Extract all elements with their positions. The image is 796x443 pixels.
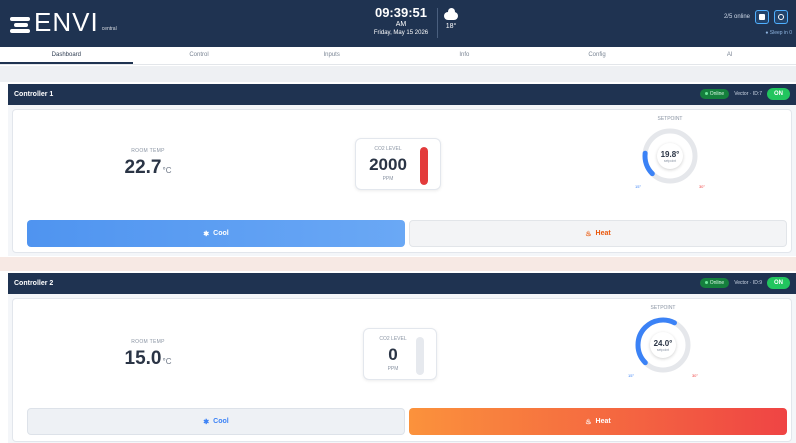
heat-label: Heat: [595, 230, 611, 237]
setpoint-label: SETPOINT: [650, 305, 676, 311]
clock-time: 09:39:51: [374, 5, 428, 20]
room-temp-number: 22.7: [124, 157, 162, 178]
co2-value: 0: [388, 345, 398, 364]
cool-label: Cool: [213, 230, 229, 237]
tab-info[interactable]: Info: [398, 47, 531, 64]
header-actions: 2/5 online: [724, 10, 788, 24]
tab-config[interactable]: Config: [531, 47, 664, 64]
weather-widget: 18°: [444, 8, 458, 30]
heat-button[interactable]: ♨ Heat: [409, 408, 787, 435]
controller-card: Controller 2 Online Vector · ID:9 ON ROO…: [8, 273, 796, 443]
setpoint-center: 24.0° setpoint: [650, 332, 676, 358]
co2-unit: PPM: [382, 176, 394, 182]
status-badge: Online: [699, 89, 730, 99]
logo-subtext: central: [101, 26, 117, 32]
power-toggle[interactable]: ON: [767, 88, 790, 100]
controller-title: Controller 2: [14, 280, 54, 287]
controller-card: Controller 1 Online Vector · ID:7 ON ROO…: [8, 84, 796, 256]
device-id: Vector · ID:7: [734, 91, 762, 97]
setpoint-widget: SETPOINT 19.8° setpoint 15° 30°: [630, 116, 710, 189]
heat-button[interactable]: ♨ Heat: [409, 220, 787, 247]
content-spacer: [0, 257, 796, 271]
cool-label: Cool: [213, 418, 229, 425]
weather-temp: 18°: [445, 23, 457, 30]
room-temp-unit: °C: [162, 357, 172, 366]
main-tabs: Dashboard Control Inputs Info Config AI: [0, 47, 796, 65]
sleep-timer: ● Sleep in 0: [765, 30, 792, 36]
room-temp-label: ROOM TEMP: [131, 148, 165, 154]
display-button[interactable]: [755, 10, 769, 24]
power-toggle[interactable]: ON: [767, 277, 790, 289]
room-temp-value: 15.0°C: [93, 348, 203, 370]
status-dot-icon: [704, 281, 708, 285]
logo[interactable]: ENVI central: [10, 7, 117, 37]
gear-icon: [778, 14, 784, 20]
co2-level-bar: [420, 147, 428, 185]
room-temp-unit: °C: [162, 166, 172, 175]
flame-icon: ♨: [585, 418, 592, 426]
snowflake-icon: ✱: [203, 418, 210, 426]
controller-meta: Online Vector · ID:7 ON: [699, 88, 790, 100]
device-id: Vector · ID:9: [734, 280, 762, 286]
setpoint-sublabel: setpoint: [663, 158, 677, 163]
co2-label: CO2 LEVEL: [379, 336, 407, 342]
status-dot-icon: [704, 92, 708, 96]
setpoint-label: SETPOINT: [657, 116, 683, 122]
tab-control[interactable]: Control: [133, 47, 266, 64]
online-count: 2/5 online: [723, 14, 750, 20]
cloud-icon: [444, 8, 458, 20]
co2-widget: CO2 LEVEL 0 PPM: [363, 328, 437, 380]
display-icon: [759, 14, 765, 20]
room-temp-label: ROOM TEMP: [131, 339, 165, 345]
co2-level-bar: [416, 337, 424, 375]
setpoint-value: 19.8°: [660, 149, 680, 159]
clock-date: Friday, May 15 2026: [373, 30, 429, 36]
setpoint-dial[interactable]: 19.8° setpoint: [640, 126, 700, 186]
logo-text: ENVI: [34, 7, 99, 37]
co2-widget: CO2 LEVEL 2000 PPM: [355, 138, 441, 190]
room-temp: ROOM TEMP 15.0°C: [93, 339, 203, 370]
setpoint-value: 24.0°: [653, 338, 673, 348]
co2-level-fill: [420, 147, 428, 185]
cool-button[interactable]: ✱ Cool: [27, 220, 405, 247]
flame-icon: ♨: [585, 230, 592, 238]
snowflake-icon: ✱: [203, 230, 210, 238]
setpoint-center: 19.8° setpoint: [657, 143, 683, 169]
tab-inputs[interactable]: Inputs: [265, 47, 398, 64]
status-text: Online: [709, 91, 725, 97]
clock-ampm: AM: [395, 21, 407, 28]
tab-ai[interactable]: AI: [663, 47, 796, 64]
controller-title: Controller 1: [14, 91, 54, 98]
settings-button[interactable]: [774, 10, 788, 24]
clock: 09:39:51 AM Friday, May 15 2026: [371, 6, 431, 37]
co2-unit: PPM: [387, 366, 399, 372]
room-temp-number: 15.0: [124, 348, 162, 369]
envi-logo-icon: [10, 14, 32, 34]
room-temp-value: 22.7°C: [93, 157, 203, 179]
room-temp: ROOM TEMP 22.7°C: [93, 148, 203, 179]
co2-value: 2000: [369, 155, 407, 174]
header-divider: [437, 8, 438, 38]
controller-header: Controller 2 Online Vector · ID:9 ON: [8, 273, 796, 294]
setpoint-dial[interactable]: 24.0° setpoint: [633, 315, 693, 375]
controller-body: ROOM TEMP 15.0°C CO2 LEVEL 0 PPM SETPOIN…: [12, 298, 792, 442]
app-header: ENVI central 09:39:51 AM Friday, May 15 …: [0, 0, 796, 47]
controller-header: Controller 1 Online Vector · ID:7 ON: [8, 84, 796, 105]
heat-label: Heat: [595, 418, 611, 425]
setpoint-widget: SETPOINT 24.0° setpoint 15° 30°: [623, 305, 703, 378]
status-text: Online: [709, 280, 725, 286]
content-spacer: [0, 66, 796, 82]
status-badge: Online: [699, 278, 730, 288]
controller-body: ROOM TEMP 22.7°C CO2 LEVEL 2000 PPM SETP…: [12, 109, 792, 253]
controller-meta: Online Vector · ID:9 ON: [699, 277, 790, 289]
setpoint-sublabel: setpoint: [656, 347, 670, 352]
co2-label: CO2 LEVEL: [374, 146, 402, 152]
tab-dashboard[interactable]: Dashboard: [0, 47, 133, 64]
cool-button[interactable]: ✱ Cool: [27, 408, 405, 435]
